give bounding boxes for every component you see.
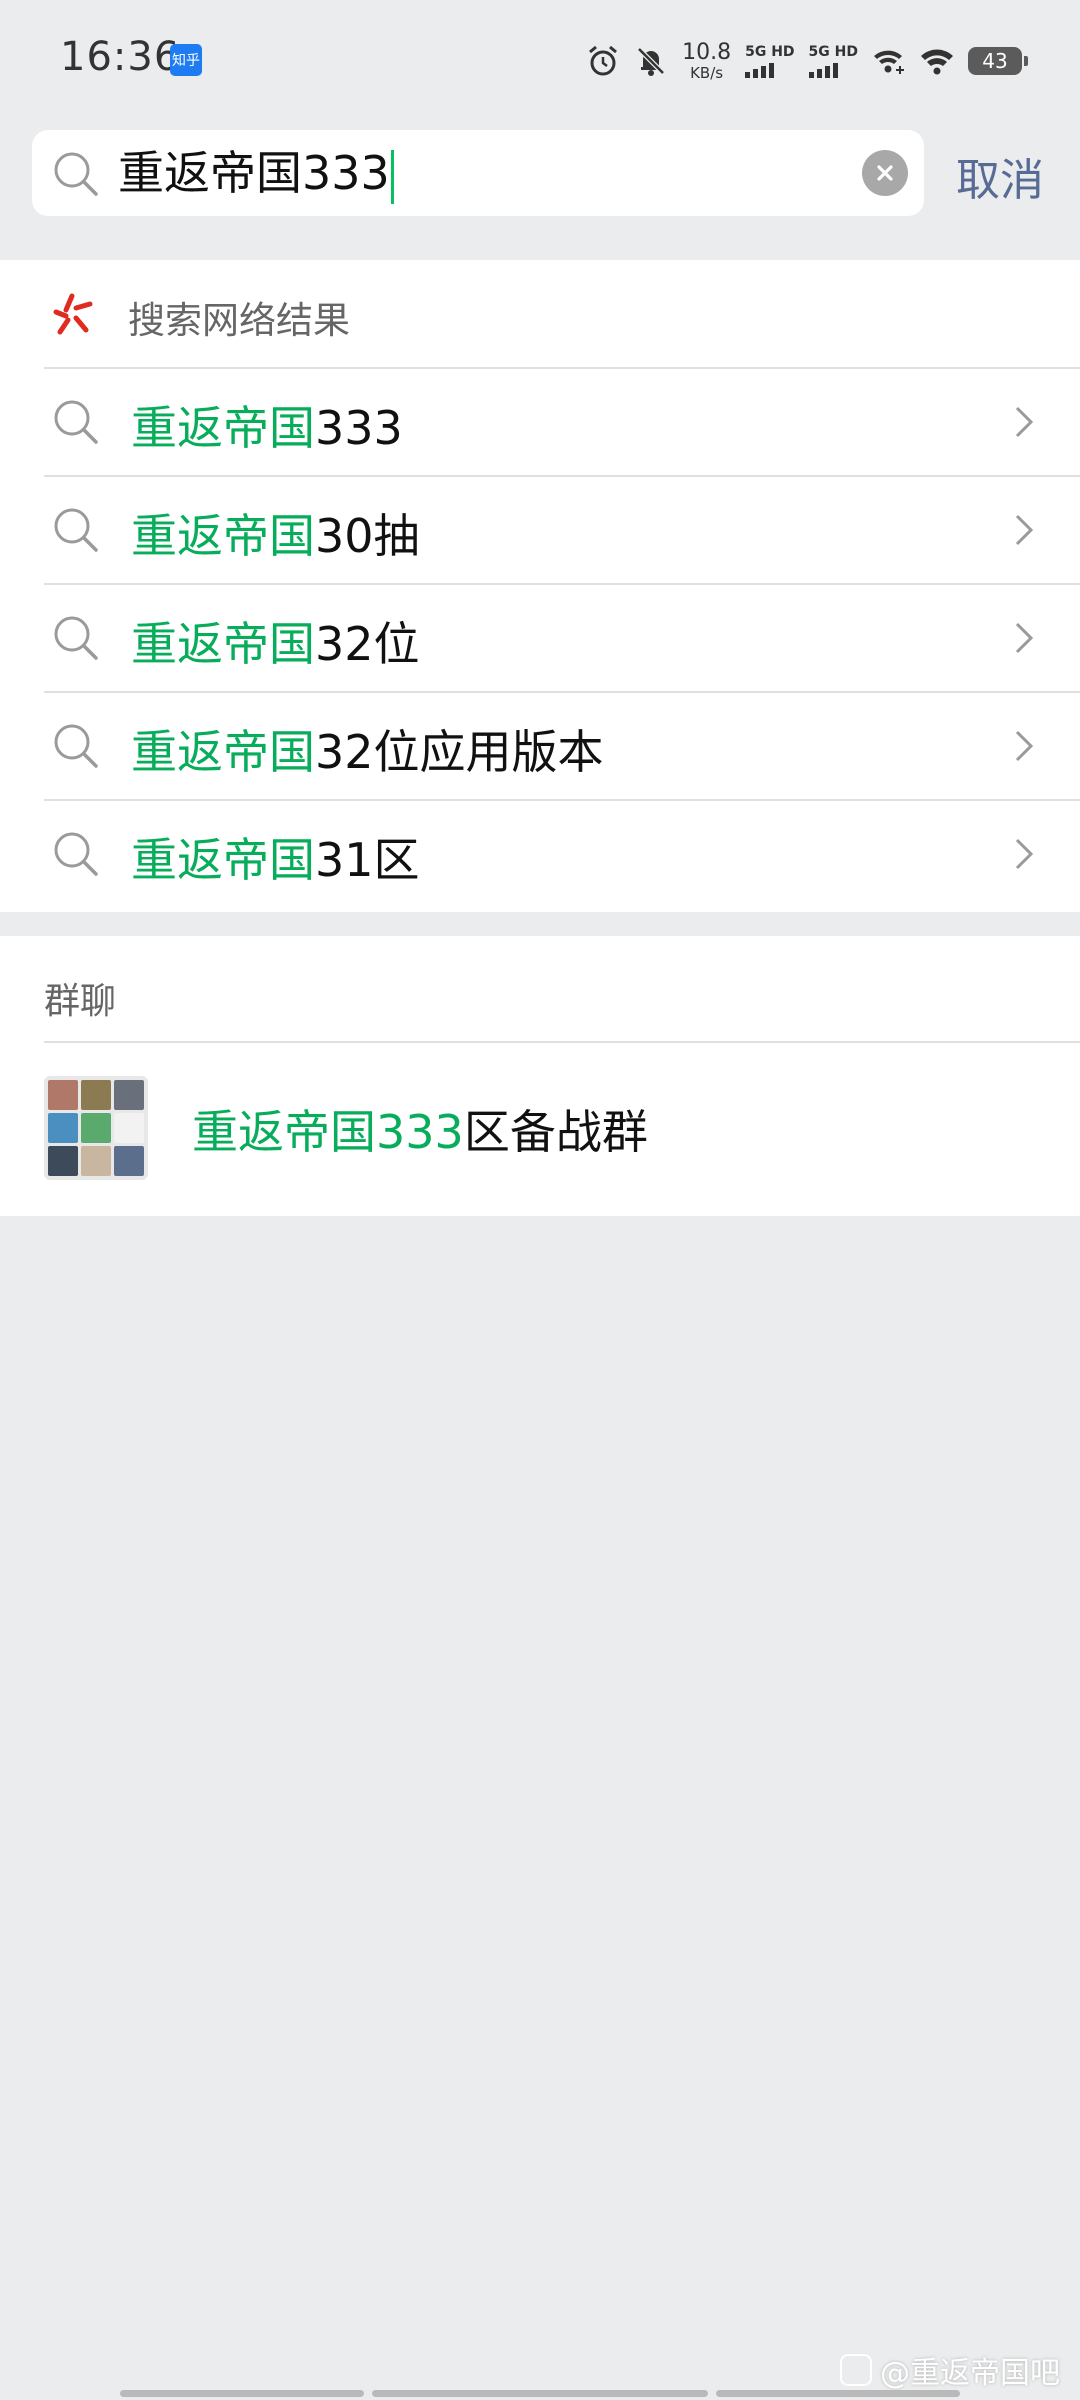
chevron-right-icon (1015, 622, 1034, 654)
wifi-icon (921, 49, 953, 75)
signal-bars-icon (745, 62, 775, 78)
status-indicators: 10.8 KB/s 5G HD 5G HD 43 (586, 36, 1028, 86)
tieba-icon (840, 2354, 872, 2386)
search-icon (54, 724, 98, 768)
match-highlight: 重返帝国 (131, 617, 315, 671)
search-icon (54, 152, 98, 196)
cancel-button[interactable]: 取消 (956, 144, 1044, 208)
web-suggestion-row[interactable]: 重返帝国32位 (0, 584, 1080, 692)
group-name-rest: 区备战群 (463, 1105, 648, 1159)
chevron-right-icon (1015, 730, 1034, 762)
suggestion-rest: 31区 (315, 833, 420, 887)
web-suggestion-text: 重返帝国32位 (131, 608, 420, 674)
network-speed-unit: KB/s (690, 63, 724, 82)
search-bar[interactable]: 重返帝国333 (32, 130, 924, 216)
web-suggestion-row[interactable]: 重返帝国31区 (0, 800, 1080, 908)
web-results-section: 搜索网络结果 重返帝国333 重返帝国30抽 重返帝国32位 重返帝国32位应用… (0, 260, 1080, 912)
group-chats-header: 群聊 (44, 981, 117, 1022)
status-time: 16:36 (60, 34, 181, 80)
close-icon (877, 165, 893, 181)
group-chats-section: 群聊 重返帝国333区备战群 (0, 936, 1080, 1216)
clear-search-button[interactable] (862, 150, 908, 196)
nav-gesture-bar (716, 2390, 960, 2397)
search-icon (54, 508, 98, 552)
web-suggestion-row[interactable]: 重返帝国30抽 (0, 476, 1080, 584)
network-speed: 10.8 KB/s (682, 39, 732, 82)
match-highlight: 重返帝国 (131, 725, 315, 779)
alarm-icon (589, 45, 618, 76)
web-results-title: 搜索网络结果 (128, 299, 350, 342)
suggestion-rest: 333 (315, 401, 403, 455)
web-suggestion-row[interactable]: 重返帝国333 (0, 368, 1080, 476)
search-icon (54, 832, 98, 876)
network-speed-value: 10.8 (682, 39, 732, 65)
battery-icon: 43 (968, 47, 1028, 75)
search-input[interactable]: 重返帝国333 (118, 142, 394, 204)
match-highlight: 重返帝国 (131, 509, 315, 563)
web-suggestion-text: 重返帝国333 (131, 392, 403, 458)
mute-bell-icon (637, 47, 665, 76)
souyisou-icon (53, 293, 93, 335)
group-avatar (44, 1076, 148, 1180)
wifi-hotspot-icon (874, 50, 904, 74)
chevron-right-icon (1015, 514, 1034, 546)
chevron-right-icon (1015, 406, 1034, 438)
match-highlight: 重返帝国 (131, 401, 315, 455)
sim1-label: 5G HD (745, 43, 795, 60)
watermark-text: @重返帝国吧 (880, 2356, 1060, 2391)
match-highlight: 重返帝国 (131, 833, 315, 887)
search-icon (54, 400, 98, 444)
sim1-signal: 5G HD (745, 43, 795, 78)
chevron-right-icon (1015, 838, 1034, 870)
signal-bars-icon (808, 62, 838, 78)
web-suggestion-text: 重返帝国31区 (131, 824, 420, 890)
group-chat-name: 重返帝国333区备战群 (192, 1096, 648, 1162)
status-bar: 16:36 知乎 10.8 KB/s 5G HD 5G HD 43 (0, 0, 1080, 120)
web-suggestion-text: 重返帝国30抽 (131, 500, 420, 566)
watermark: @重返帝国吧 (840, 2348, 1060, 2392)
suggestion-rest: 32位 (315, 617, 420, 671)
text-caret (390, 149, 394, 204)
search-query-text: 重返帝国333 (118, 146, 390, 200)
nav-gesture-bar (120, 2390, 364, 2397)
web-results-header[interactable]: 搜索网络结果 (0, 260, 1080, 368)
web-suggestion-row[interactable]: 重返帝国32位应用版本 (0, 692, 1080, 800)
search-icon (54, 616, 98, 660)
suggestion-rest: 30抽 (315, 509, 420, 563)
suggestion-rest: 32位应用版本 (315, 725, 604, 779)
nav-gesture-bar (372, 2390, 708, 2397)
wechat-search-screen: 16:36 知乎 10.8 KB/s 5G HD 5G HD 43 重返帝国33… (0, 0, 1080, 2400)
web-suggestion-text: 重返帝国32位应用版本 (131, 716, 604, 782)
match-highlight: 重返帝国333 (192, 1105, 464, 1159)
group-chat-row[interactable]: 重返帝国333区备战群 (0, 1042, 1080, 1216)
sim2-signal: 5G HD (808, 43, 858, 78)
zhihu-app-icon: 知乎 (170, 44, 202, 76)
sim2-label: 5G HD (808, 43, 858, 60)
